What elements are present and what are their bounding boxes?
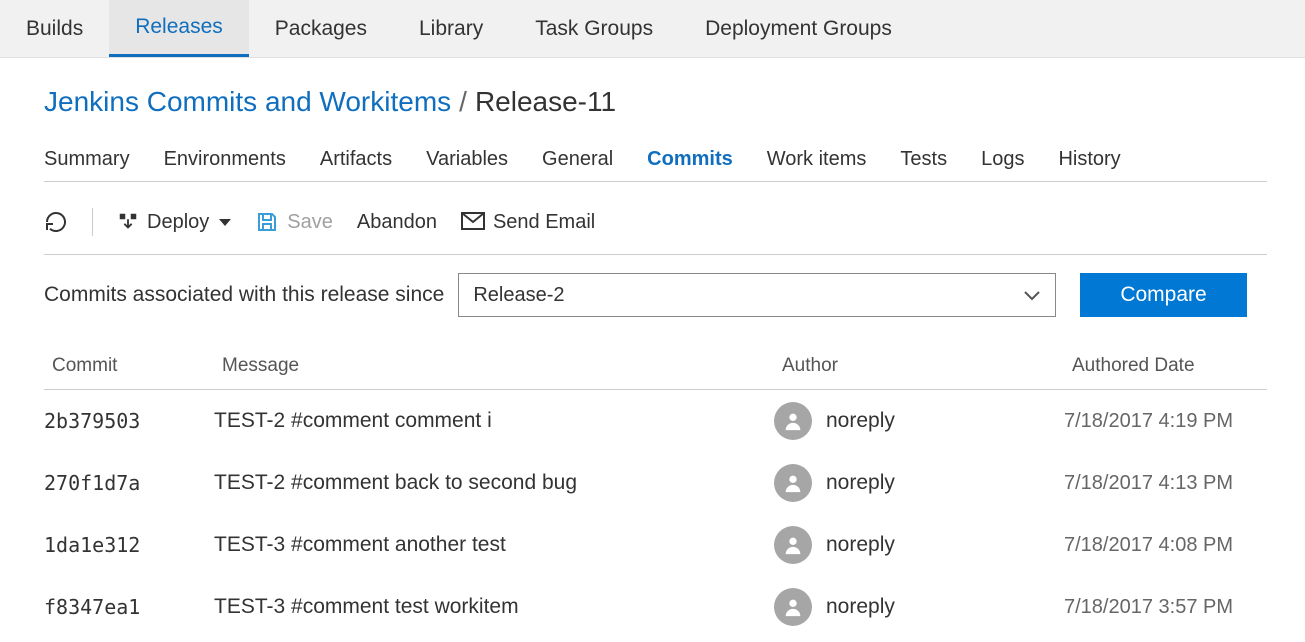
chevron-down-icon	[1023, 282, 1041, 308]
refresh-button[interactable]	[44, 210, 68, 234]
author-name: noreply	[826, 533, 895, 557]
nav-task-groups[interactable]: Task Groups	[509, 0, 679, 57]
top-nav: Builds Releases Packages Library Task Gr…	[0, 0, 1305, 58]
release-select-value: Release-2	[473, 284, 564, 307]
breadcrumb: Jenkins Commits and Workitems / Release-…	[44, 86, 1267, 118]
deploy-icon	[117, 211, 139, 233]
filter-label: Commits associated with this release sin…	[44, 283, 444, 307]
avatar-icon	[774, 526, 812, 564]
nav-builds[interactable]: Builds	[0, 0, 109, 57]
tab-variables[interactable]: Variables	[426, 148, 508, 171]
commit-message: TEST-3 #comment test workitem	[214, 595, 774, 619]
table-row[interactable]: f8347ea1 TEST-3 #comment test workitem n…	[44, 576, 1267, 638]
commit-hash: f8347ea1	[44, 595, 214, 619]
tab-tests[interactable]: Tests	[900, 148, 947, 171]
tab-logs[interactable]: Logs	[981, 148, 1024, 171]
deploy-button[interactable]: Deploy	[117, 211, 231, 234]
refresh-icon	[44, 210, 68, 234]
commit-hash: 1da1e312	[44, 533, 214, 557]
compare-button[interactable]: Compare	[1080, 273, 1246, 317]
toolbar-divider	[92, 208, 93, 236]
nav-deployment-groups[interactable]: Deployment Groups	[679, 0, 918, 57]
chevron-down-icon	[219, 219, 231, 226]
tab-artifacts[interactable]: Artifacts	[320, 148, 392, 171]
avatar-icon	[774, 588, 812, 626]
authored-date: 7/18/2017 3:57 PM	[1064, 596, 1267, 619]
avatar-icon	[774, 464, 812, 502]
save-icon	[255, 210, 279, 234]
authored-date: 7/18/2017 4:13 PM	[1064, 472, 1267, 495]
filter-row: Commits associated with this release sin…	[44, 273, 1267, 317]
commit-message: TEST-2 #comment back to second bug	[214, 471, 774, 495]
author-cell: noreply	[774, 588, 1064, 626]
mail-icon	[461, 212, 485, 232]
tab-work-items[interactable]: Work items	[767, 148, 867, 171]
abandon-label: Abandon	[357, 211, 437, 234]
deploy-label: Deploy	[147, 211, 209, 234]
table-row[interactable]: 2b379503 TEST-2 #comment comment i norep…	[44, 390, 1267, 452]
send-email-button[interactable]: Send Email	[461, 211, 595, 234]
table-row[interactable]: 1da1e312 TEST-3 #comment another test no…	[44, 514, 1267, 576]
header-message[interactable]: Message	[222, 355, 782, 377]
author-name: noreply	[826, 595, 895, 619]
save-button[interactable]: Save	[255, 210, 333, 234]
tab-commits[interactable]: Commits	[647, 148, 733, 171]
nav-releases[interactable]: Releases	[109, 0, 249, 57]
send-email-label: Send Email	[493, 211, 595, 234]
sub-tabs: Summary Environments Artifacts Variables…	[44, 148, 1267, 182]
tab-history[interactable]: History	[1058, 148, 1120, 171]
avatar-icon	[774, 402, 812, 440]
author-cell: noreply	[774, 464, 1064, 502]
tab-general[interactable]: General	[542, 148, 613, 171]
nav-library[interactable]: Library	[393, 0, 509, 57]
release-select[interactable]: Release-2	[458, 273, 1056, 317]
author-name: noreply	[826, 409, 895, 433]
nav-packages[interactable]: Packages	[249, 0, 393, 57]
tab-summary[interactable]: Summary	[44, 148, 130, 171]
header-date[interactable]: Authored Date	[1072, 355, 1267, 377]
author-cell: noreply	[774, 402, 1064, 440]
commits-table: Commit Message Author Authored Date 2b37…	[44, 347, 1267, 638]
table-header: Commit Message Author Authored Date	[44, 347, 1267, 390]
commit-message: TEST-2 #comment comment i	[214, 409, 774, 433]
breadcrumb-current: Release-11	[475, 86, 616, 118]
author-cell: noreply	[774, 526, 1064, 564]
authored-date: 7/18/2017 4:19 PM	[1064, 410, 1267, 433]
author-name: noreply	[826, 471, 895, 495]
breadcrumb-parent-link[interactable]: Jenkins Commits and Workitems	[44, 86, 451, 118]
commit-hash: 270f1d7a	[44, 471, 214, 495]
tab-environments[interactable]: Environments	[164, 148, 286, 171]
save-label: Save	[287, 211, 333, 234]
authored-date: 7/18/2017 4:08 PM	[1064, 534, 1267, 557]
table-row[interactable]: 270f1d7a TEST-2 #comment back to second …	[44, 452, 1267, 514]
header-commit[interactable]: Commit	[52, 355, 222, 377]
toolbar: Deploy Save Abandon Send Email	[44, 198, 1267, 255]
header-author[interactable]: Author	[782, 355, 1072, 377]
commit-message: TEST-3 #comment another test	[214, 533, 774, 557]
breadcrumb-separator: /	[459, 86, 467, 118]
commit-hash: 2b379503	[44, 409, 214, 433]
abandon-button[interactable]: Abandon	[357, 211, 437, 234]
